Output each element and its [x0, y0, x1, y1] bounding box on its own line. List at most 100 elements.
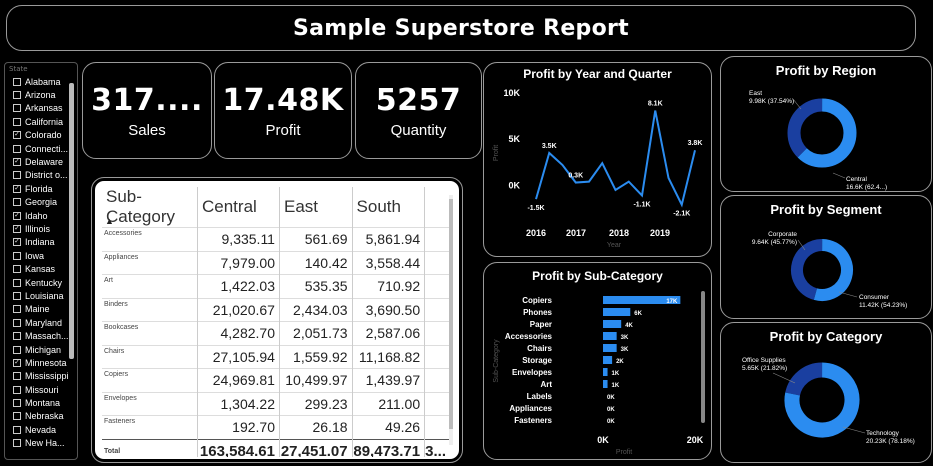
checkbox-icon[interactable]	[13, 251, 21, 260]
table-cell: 163,584.61	[197, 438, 280, 457]
checkbox-icon[interactable]	[13, 385, 21, 394]
bar	[603, 332, 617, 340]
slicer-item[interactable]: Nebraska	[5, 410, 77, 423]
slicer-scrollbar[interactable]	[69, 83, 74, 359]
checkbox-checked-icon[interactable]: ✓	[13, 131, 21, 140]
table-cell: 561.69	[279, 227, 353, 251]
slicer-item[interactable]: Arkansas	[5, 102, 77, 115]
slicer-item[interactable]: Montana	[5, 396, 77, 409]
table-cell: 10,499.97	[279, 368, 353, 392]
state-slicer[interactable]: State Alabama Arizona Arkansas California ✓ C…	[4, 62, 78, 460]
checkbox-checked-icon[interactable]: ✓	[13, 211, 21, 220]
checkbox-icon[interactable]	[13, 399, 21, 408]
donut-slice-name: Central	[846, 176, 868, 183]
matrix-table-card[interactable]: Sub-Category ▲ Central East South Accesso…	[91, 177, 463, 463]
slicer-item-label: Colorado	[25, 130, 62, 141]
slicer-item[interactable]: Maryland	[5, 316, 77, 329]
slicer-item[interactable]: Maine	[5, 303, 77, 316]
slicer-item[interactable]: Georgia	[5, 196, 77, 209]
slicer-item[interactable]: ✓ Minnesota	[5, 356, 77, 369]
slicer-item[interactable]: Louisiana	[5, 289, 77, 302]
checkbox-icon[interactable]	[13, 171, 21, 180]
checkbox-icon[interactable]	[13, 332, 21, 341]
slicer-item-label: Nebraska	[25, 411, 64, 422]
bar-data-label: 1K	[612, 383, 620, 389]
slicer-item[interactable]: Kentucky	[5, 276, 77, 289]
slicer-item[interactable]: Kansas	[5, 262, 77, 275]
checkbox-icon[interactable]	[13, 278, 21, 287]
donut-slice-value: 5.65K (21.82%)	[742, 365, 787, 372]
slicer-item[interactable]: Alabama	[5, 75, 77, 88]
column-header-sub-category[interactable]: Sub-Category ▲	[102, 187, 198, 228]
slicer-item[interactable]: Missouri	[5, 383, 77, 396]
slicer-item[interactable]: District o...	[5, 169, 77, 182]
slicer-item[interactable]: Iowa	[5, 249, 77, 262]
slicer-item[interactable]: ✓ Indiana	[5, 236, 77, 249]
slicer-item[interactable]: New Ha...	[5, 437, 77, 450]
checkbox-checked-icon[interactable]: ✓	[13, 184, 21, 193]
checkbox-icon[interactable]	[13, 265, 21, 274]
kpi-profit-value: 17.48K	[222, 82, 344, 118]
slicer-item[interactable]: ✓ Illinois	[5, 222, 77, 235]
slicer-item[interactable]: Connecti...	[5, 142, 77, 155]
checkbox-icon[interactable]	[13, 439, 21, 448]
bar	[603, 356, 613, 364]
checkbox-icon[interactable]	[13, 77, 21, 86]
table-cell: 3...	[424, 438, 450, 457]
checkbox-icon[interactable]	[13, 117, 21, 126]
slicer-item[interactable]: California	[5, 115, 77, 128]
column-header-west[interactable]	[425, 187, 450, 228]
checkbox-checked-icon[interactable]: ✓	[13, 238, 21, 247]
slicer-item[interactable]: ✓ Idaho	[5, 209, 77, 222]
checkbox-checked-icon[interactable]: ✓	[13, 158, 21, 167]
row-header-cell: Accessories	[102, 227, 198, 251]
checkbox-icon[interactable]	[13, 144, 21, 153]
checkbox-checked-icon[interactable]: ✓	[13, 224, 21, 233]
table-cell	[424, 321, 450, 345]
slicer-header: State	[9, 65, 28, 73]
column-header-south[interactable]: South	[352, 187, 426, 228]
table-cell	[424, 368, 450, 392]
category-label: Art	[540, 380, 552, 389]
donut-slice-value: 16.6K (62.4...)	[846, 184, 887, 191]
bar-data-label: 17K	[666, 299, 678, 305]
slicer-item[interactable]: Nevada	[5, 423, 77, 436]
checkbox-icon[interactable]	[13, 425, 21, 434]
y-tick-label: 5K	[508, 134, 520, 144]
checkbox-icon[interactable]	[13, 198, 21, 207]
slicer-item[interactable]: Arizona	[5, 88, 77, 101]
row-header-cell: Chairs	[102, 344, 198, 369]
slicer-item[interactable]: Massach...	[5, 329, 77, 342]
checkbox-icon[interactable]	[13, 91, 21, 100]
slicer-item[interactable]: ✓ Colorado	[5, 129, 77, 142]
checkbox-icon[interactable]	[13, 372, 21, 381]
slicer-item[interactable]: ✓ Delaware	[5, 155, 77, 168]
table-cell: 710.92	[352, 274, 426, 298]
table-cell	[424, 391, 450, 416]
checkbox-icon[interactable]	[13, 345, 21, 354]
bar-chart-scrollbar	[701, 291, 705, 423]
checkbox-icon[interactable]	[13, 412, 21, 421]
checkbox-icon[interactable]	[13, 318, 21, 327]
matrix-table-viewport[interactable]: Sub-Category ▲ Central East South Accesso…	[102, 187, 450, 457]
donut-slice-name: Consumer	[859, 294, 890, 301]
bar-data-label: 6K	[634, 311, 642, 317]
kpi-profit-card: 17.48K Profit	[214, 62, 352, 159]
category-label: Accessories	[505, 332, 553, 341]
slicer-list[interactable]: Alabama Arizona Arkansas California ✓ Colorad…	[5, 75, 77, 450]
checkbox-icon[interactable]	[13, 291, 21, 300]
slicer-item[interactable]: ✓ Florida	[5, 182, 77, 195]
category-label: Chairs	[527, 344, 552, 353]
data-label: -1.1K	[633, 201, 650, 208]
checkbox-icon[interactable]	[13, 104, 21, 113]
sort-desc-icon[interactable]: ▲	[105, 216, 114, 226]
checkbox-checked-icon[interactable]: ✓	[13, 358, 21, 367]
table-row: Appliances 7,979.00 140.42 3,558.44	[102, 250, 450, 275]
slicer-item[interactable]: Mississippi	[5, 370, 77, 383]
column-header-east[interactable]: East	[279, 187, 353, 228]
slicer-item[interactable]: Michigan	[5, 343, 77, 356]
checkbox-icon[interactable]	[13, 305, 21, 314]
table-scrollbar[interactable]	[449, 195, 453, 445]
column-header-central[interactable]: Central	[197, 187, 280, 228]
table-scroll-thumb[interactable]	[449, 199, 453, 429]
